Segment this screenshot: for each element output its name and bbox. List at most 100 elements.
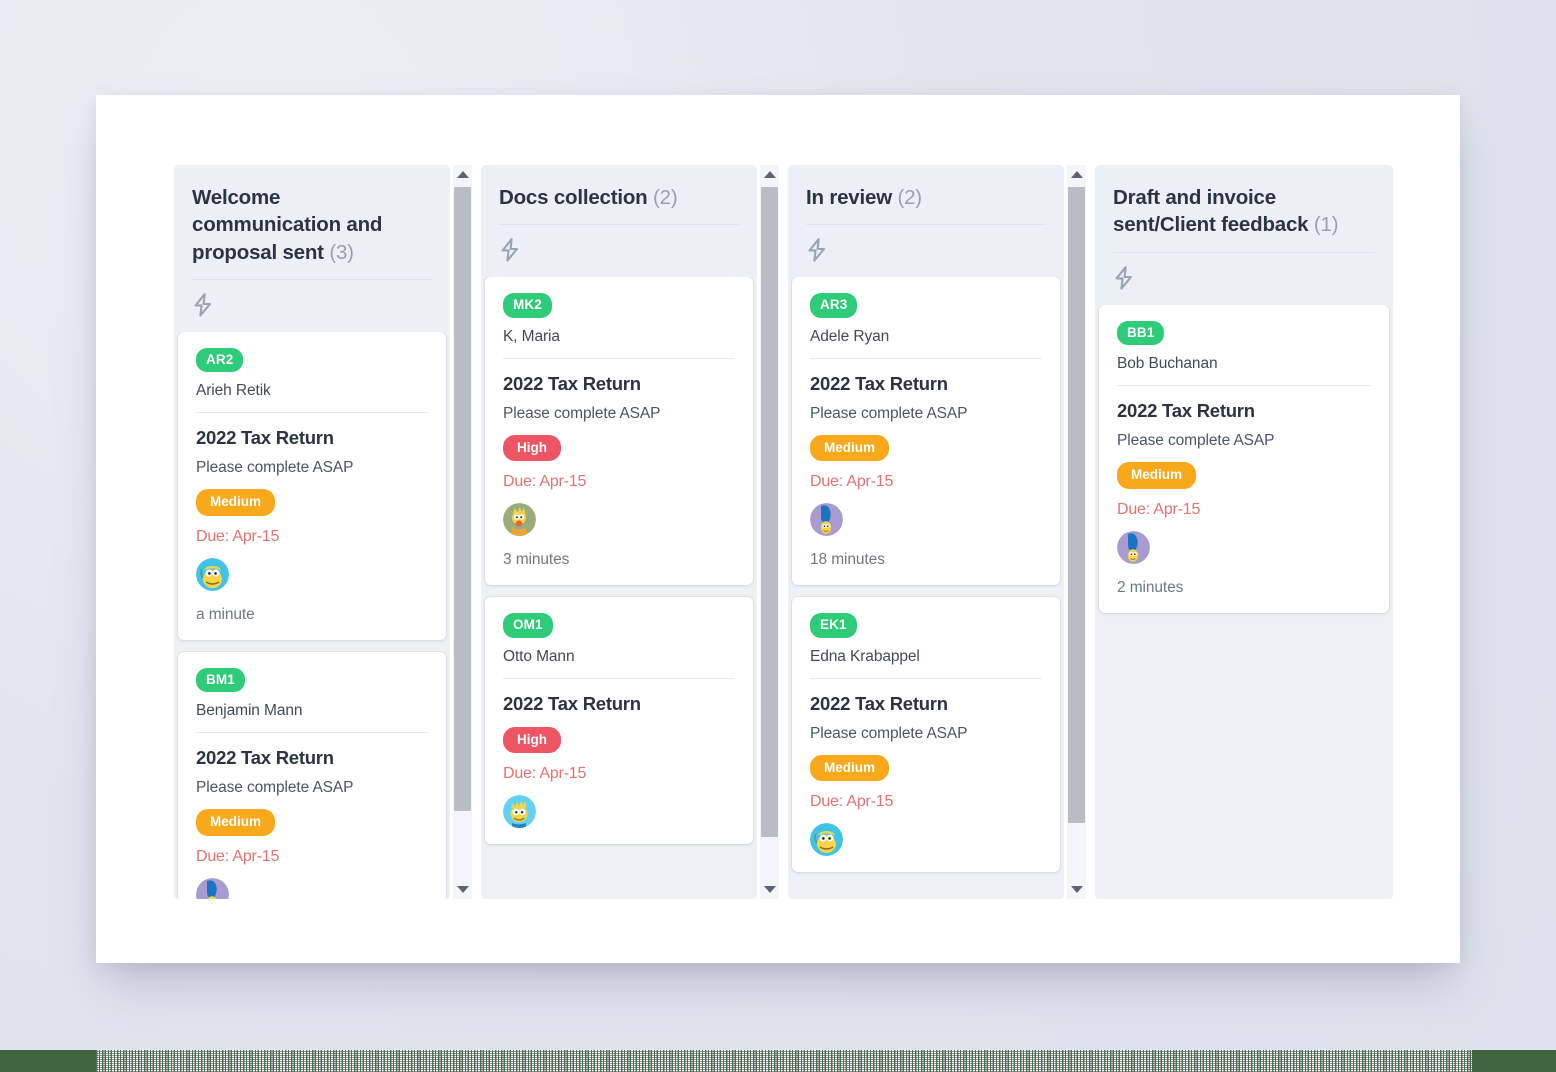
marge-avatar[interactable] — [810, 503, 843, 537]
task-card[interactable]: OM1 Otto Mann 2022 Tax Return High Due: Apr-… — [485, 597, 753, 845]
client-name: Bob Buchanan — [1117, 355, 1218, 372]
column-title: In review (2) — [806, 184, 1046, 211]
priority-badge-wrap: Medium — [1117, 450, 1371, 489]
card-divider — [810, 357, 1042, 359]
column-3: In review (2) AR3 Adele Ryan 2022 Tax Retur… — [788, 165, 1064, 899]
lightning-bolt-icon[interactable] — [1113, 265, 1375, 291]
scroll-up-arrow-icon[interactable] — [453, 165, 472, 184]
lightning-bolt-icon[interactable] — [806, 237, 1046, 263]
column-title-text: Docs collection — [499, 186, 648, 209]
column-card-list: MK2 K, Maria 2022 Tax Return Please complet… — [481, 277, 757, 899]
priority-badge-wrap: Medium — [196, 477, 428, 516]
triangle-up-icon — [763, 171, 776, 178]
due-date: Due: Apr-15 — [196, 527, 280, 545]
scrollbar-thumb[interactable] — [761, 187, 778, 837]
scroll-up-arrow-icon[interactable] — [1067, 165, 1086, 184]
scroll-down-arrow-icon[interactable] — [760, 880, 779, 899]
scrollbar-thumb[interactable] — [1068, 187, 1085, 823]
triangle-up-icon — [1070, 171, 1083, 178]
task-card[interactable]: BM1 Benjamin Mann 2022 Tax Return Please co… — [178, 651, 446, 899]
card-id-badge: EK1 — [810, 613, 857, 638]
maggie-avatar[interactable] — [503, 503, 536, 537]
scroll-up-arrow-icon[interactable] — [760, 165, 779, 184]
column-card-count: (2) — [653, 186, 678, 209]
marge-avatar[interactable] — [196, 877, 229, 899]
column-4: Draft and invoice sent/Client feedback (… — [1095, 165, 1393, 899]
column-1: Welcome communication and proposal sent … — [174, 165, 450, 899]
column-header: Draft and invoice sent/Client feedback (… — [1095, 165, 1393, 253]
column-scrollbar[interactable] — [760, 165, 779, 899]
marge-avatar[interactable] — [1117, 530, 1150, 564]
task-title: 2022 Tax Return — [196, 427, 334, 449]
task-title: 2022 Tax Return — [1117, 400, 1255, 421]
triangle-down-icon — [456, 886, 469, 893]
card-divider — [503, 677, 735, 679]
client-name: Benjamin Mann — [196, 702, 303, 720]
priority-badge: High — [503, 434, 561, 462]
column-title: Draft and invoice sent/Client feedback (… — [1113, 184, 1375, 239]
elapsed-time: 2 minutes — [1117, 578, 1184, 596]
client-name: K, Maria — [503, 327, 560, 345]
task-description: Please complete ASAP — [810, 724, 968, 742]
column-header: In review (2) — [788, 165, 1064, 226]
card-divider — [1117, 385, 1371, 386]
priority-badge: Medium — [1117, 462, 1197, 489]
homer-avatar[interactable] — [810, 823, 843, 857]
task-card[interactable]: BB1 Bob Buchanan 2022 Tax Return Please com… — [1099, 304, 1389, 613]
task-card[interactable]: EK1 Edna Krabappel 2022 Tax Return Please c… — [792, 597, 1060, 873]
elapsed-time: a minute — [196, 605, 255, 623]
lightning-bolt-icon[interactable] — [192, 292, 432, 318]
scroll-down-arrow-icon[interactable] — [1067, 880, 1086, 899]
client-name: Arieh Retik — [196, 382, 271, 400]
elapsed-time: 3 minutes — [503, 551, 570, 569]
task-card[interactable]: AR3 Adele Ryan 2022 Tax Return Please compl… — [792, 277, 1060, 586]
lightning-bolt-icon[interactable] — [499, 237, 739, 263]
column-actions — [788, 225, 1064, 278]
card-divider — [503, 357, 735, 359]
column-scrollbar[interactable] — [1067, 165, 1086, 899]
column-actions — [481, 225, 757, 278]
task-title: 2022 Tax Return — [503, 372, 641, 394]
column-card-list: AR3 Adele Ryan 2022 Tax Return Please compl… — [788, 277, 1064, 899]
task-card[interactable]: MK2 K, Maria 2022 Tax Return Please complet… — [485, 277, 753, 586]
task-title: 2022 Tax Return — [196, 747, 334, 769]
column-card-count: (3) — [329, 240, 354, 264]
card-id-badge: MK2 — [503, 293, 552, 318]
card-divider — [196, 412, 428, 414]
triangle-up-icon — [456, 171, 469, 178]
column-card-count: (2) — [897, 186, 922, 209]
priority-badge: Medium — [196, 809, 276, 836]
column-card-list: AR2 Arieh Retik 2022 Tax Return Please comp… — [174, 331, 450, 899]
bart-avatar[interactable] — [503, 795, 536, 829]
scroll-down-arrow-icon[interactable] — [453, 880, 472, 899]
due-date: Due: Apr-15 — [810, 473, 894, 491]
strip-solid-right — [1472, 1050, 1556, 1072]
bottom-artifact-strip — [0, 1050, 1556, 1072]
task-title: 2022 Tax Return — [810, 692, 948, 714]
scrollbar-thumb[interactable] — [454, 187, 471, 811]
column-scrollbar[interactable] — [453, 165, 472, 899]
priority-badge-wrap: High — [503, 715, 735, 754]
board-column: Draft and invoice sent/Client feedback (… — [1095, 165, 1393, 899]
column-card-list: BB1 Bob Buchanan 2022 Tax Return Please com… — [1095, 304, 1393, 900]
priority-badge: High — [503, 726, 561, 754]
homer-avatar[interactable] — [196, 557, 229, 591]
elapsed-time: 18 minutes — [810, 551, 885, 569]
column-actions — [174, 279, 450, 332]
column-card-count: (1) — [1313, 213, 1339, 237]
column-title: Welcome communication and proposal sent … — [192, 184, 432, 266]
card-id-badge: AR2 — [196, 347, 244, 373]
column-header: Welcome communication and proposal sent … — [174, 165, 450, 280]
column-title: Docs collection (2) — [499, 184, 739, 211]
app-panel: Welcome communication and proposal sent … — [96, 95, 1460, 963]
client-name: Adele Ryan — [810, 327, 890, 345]
due-date: Due: Apr-15 — [503, 765, 587, 783]
board-column: In review (2) AR3 Adele Ryan 2022 Tax Retur… — [788, 165, 1086, 899]
task-description: Please complete ASAP — [196, 779, 354, 797]
task-description: Please complete ASAP — [1117, 432, 1275, 449]
card-id-badge: BB1 — [1117, 320, 1165, 345]
priority-badge: Medium — [810, 434, 890, 462]
board-column: Welcome communication and proposal sent … — [174, 165, 472, 899]
due-date: Due: Apr-15 — [196, 847, 280, 865]
task-card[interactable]: AR2 Arieh Retik 2022 Tax Return Please comp… — [178, 331, 446, 640]
